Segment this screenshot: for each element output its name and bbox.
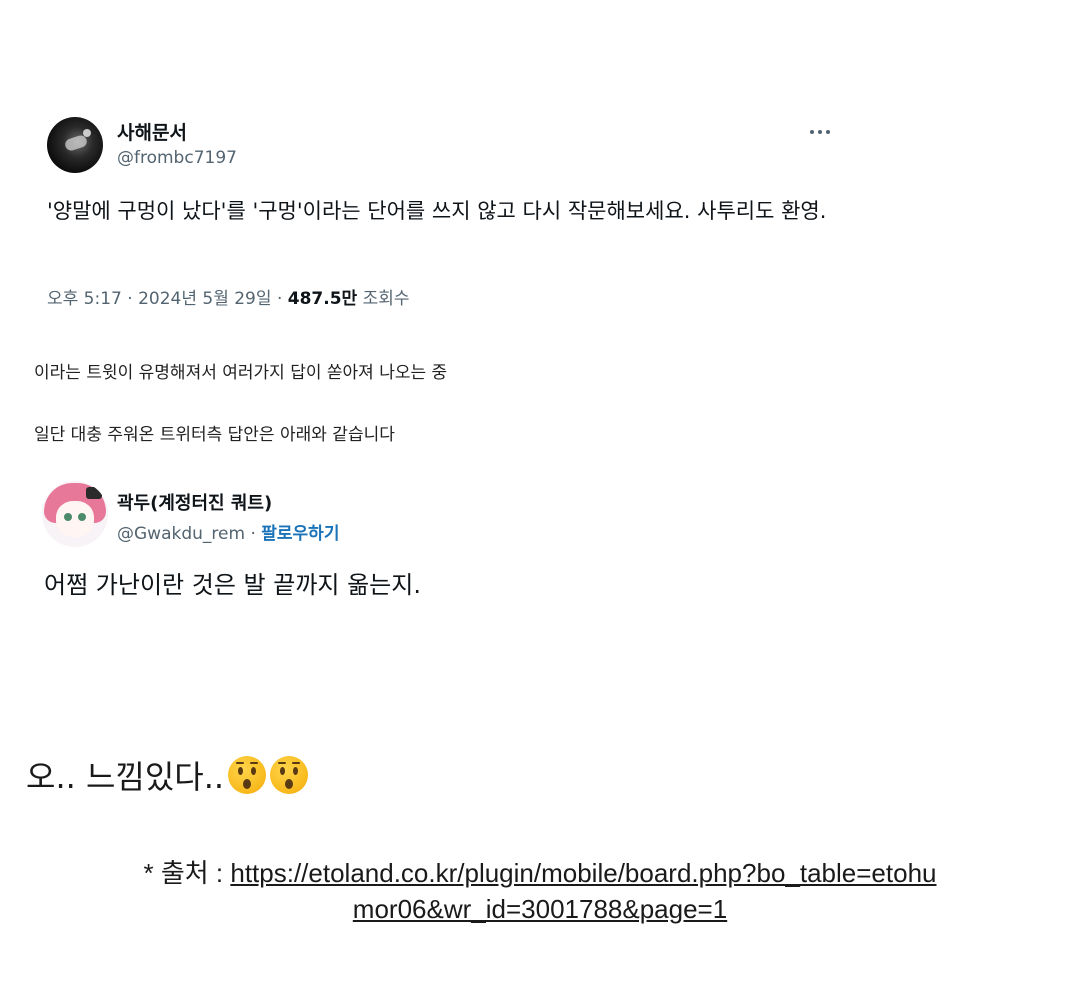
dot [810,130,814,134]
avatar-eye [64,513,72,521]
separator: · [127,289,139,309]
source-link-line-1[interactable]: https://etoland.co.kr/plugin/mobile/boar… [230,858,936,888]
follow-button[interactable]: 팔로우하기 [261,524,339,544]
eye [238,767,244,775]
eye [293,767,299,775]
tweet-date[interactable]: 2024년 5월 29일 [138,289,271,309]
tweet-time[interactable]: 오후 5:17 [47,289,122,309]
brow [250,762,259,764]
source-link[interactable]: https://etoland.co.kr/plugin/mobile/boar… [230,858,936,924]
source-prefix: * 출처 : [143,858,231,888]
tweet-text: 어쩜 가난이란 것은 발 끝까지 옮는지. [44,571,421,599]
separator: · [250,524,262,544]
eye [251,767,257,775]
author-name[interactable]: 사해문서 [117,118,187,145]
reaction-text: 오.. 느낌있다.. [26,758,225,796]
brow [292,762,301,764]
reaction-line: 오.. 느낌있다.. [26,752,309,798]
eye [280,767,286,775]
avatar[interactable] [42,481,108,547]
mouth [243,779,252,789]
avatar-eye [78,513,86,521]
separator: · [276,289,288,309]
avatar-face [56,501,94,537]
author-handle[interactable]: @frombc7197 [117,148,237,168]
mouth [285,779,294,789]
view-label: 조회수 [362,289,410,309]
brow [278,762,287,764]
view-count: 487.5만 [287,289,358,309]
source-link-line-2[interactable]: mor06&wr_id=3001788&page=1 [353,894,727,924]
avatar-bow [86,487,102,499]
hushed-face-icon [270,756,309,794]
tweet-text: '양말에 구멍이 났다'를 '구멍'이라는 단어를 쓰지 않고 다시 작문해보세… [47,199,827,223]
author-handle-row: @Gwakdu_rem · 팔로우하기 [117,519,339,544]
author-name[interactable]: 곽두(계정터진 쿼트) [117,489,272,515]
avatar-spot [83,129,91,137]
caption-line-2: 일단 대충 주워온 트위터측 답안은 아래와 같습니다 [34,425,395,445]
brow [236,762,245,764]
avatar[interactable] [47,117,103,173]
dot [818,130,822,134]
tweet-meta: 오후 5:17 · 2024년 5월 29일 · 487.5만 조회수 [47,284,410,309]
source-credit: * 출처 : https://etoland.co.kr/plugin/mobi… [60,855,1020,927]
author-handle[interactable]: @Gwakdu_rem [117,524,245,544]
hushed-face-icon [228,756,267,794]
more-horizontal-icon[interactable] [804,122,836,142]
dot [826,130,830,134]
caption-line-1: 이라는 트윗이 유명해져서 여러가지 답이 쏟아져 나오는 중 [34,363,448,383]
